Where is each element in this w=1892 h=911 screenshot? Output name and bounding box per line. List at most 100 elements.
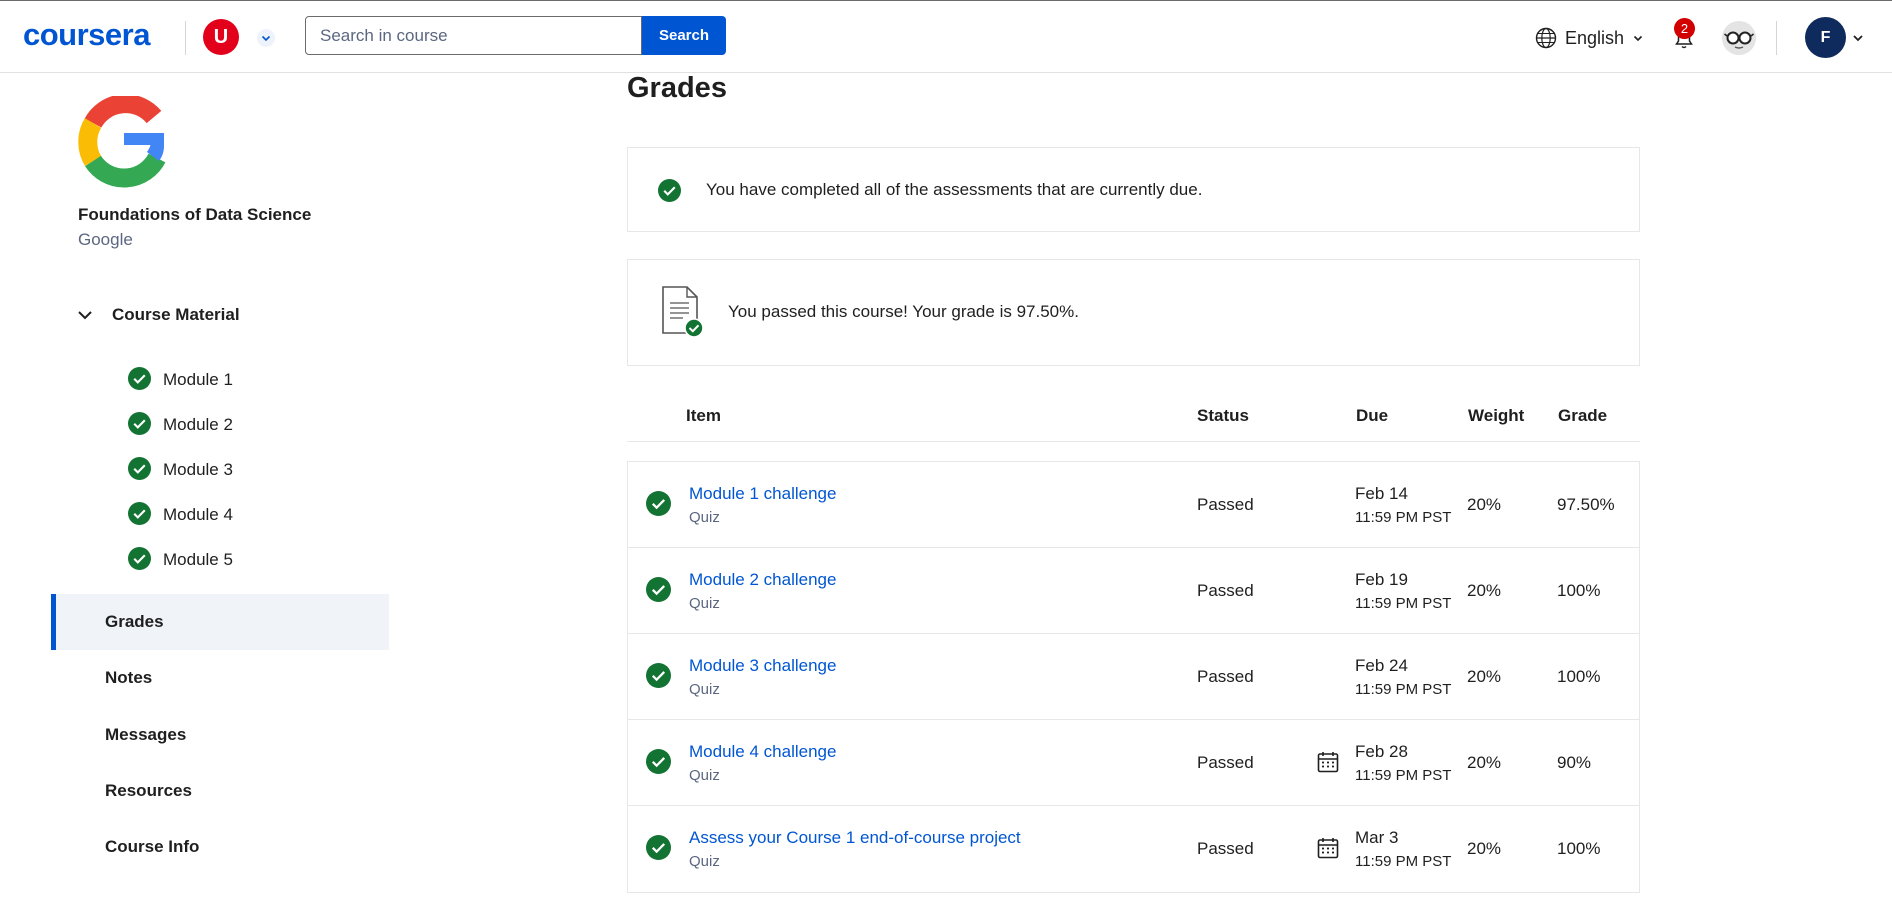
due-date: Feb 28 (1355, 742, 1408, 761)
sidebar-item-module-3[interactable]: Module 3 (128, 446, 233, 491)
assessment-type: Quiz (689, 853, 720, 870)
due-date: Feb 14 (1355, 484, 1408, 503)
sidebar-item-course-info[interactable]: Course Info (51, 819, 389, 875)
grade-value: 97.50% (1557, 495, 1615, 514)
assessment-type: Quiz (689, 509, 720, 526)
due-time: 11:59 PM PST (1355, 853, 1452, 870)
assessment-link[interactable]: Module 1 challenge (689, 484, 836, 504)
course-material-label: Course Material (112, 305, 240, 324)
column-header-grade: Grade (1558, 406, 1608, 425)
due-time: 11:59 PM PST (1355, 681, 1452, 698)
assessment-link[interactable]: Module 4 challenge (689, 742, 836, 762)
completed-check-icon (646, 663, 671, 688)
completed-check-icon (646, 577, 671, 602)
sidebar-item-module-5[interactable]: Module 5 (128, 536, 233, 581)
due-time: 11:59 PM PST (1355, 595, 1452, 612)
chevron-down-icon[interactable] (256, 28, 276, 48)
module-label: Module 4 (163, 504, 233, 524)
status-text: Passed (1197, 753, 1254, 772)
sidebar-item-resources[interactable]: Resources (51, 763, 389, 819)
assessment-type: Quiz (689, 681, 720, 698)
completed-check-icon (128, 412, 151, 435)
table-row: Module 2 challenge Quiz Passed Feb 19 11… (628, 548, 1639, 634)
assessment-link[interactable]: Assess your Course 1 end-of-course proje… (689, 828, 1021, 848)
status-text: Passed (1197, 495, 1254, 514)
module-label: Module 5 (163, 549, 233, 569)
assessment-type: Quiz (689, 767, 720, 784)
globe-icon (1535, 27, 1557, 49)
assessment-link[interactable]: Module 2 challenge (689, 570, 836, 590)
table-row: Assess your Course 1 end-of-course proje… (628, 806, 1639, 892)
course-passed-card: You passed this course! Your grade is 97… (627, 259, 1640, 366)
chevron-down-icon (78, 311, 92, 320)
notification-count-badge: 2 (1674, 18, 1695, 39)
coursera-logo[interactable]: coursera (23, 17, 150, 53)
module-label: Module 2 (163, 414, 233, 434)
chevron-down-icon (1633, 35, 1643, 42)
certificate-document-icon (662, 286, 704, 338)
language-selector[interactable]: English (1535, 25, 1644, 51)
calendar-icon[interactable] (1316, 750, 1340, 774)
completed-check-icon (128, 502, 151, 525)
table-row: Module 3 challenge Quiz Passed Feb 24 11… (628, 634, 1639, 720)
grade-value: 100% (1557, 839, 1601, 858)
weight-value: 20% (1467, 667, 1502, 686)
weight-value: 20% (1467, 839, 1502, 858)
assessment-type: Quiz (689, 595, 720, 612)
due-time: 11:59 PM PST (1355, 509, 1452, 526)
due-time: 11:59 PM PST (1355, 767, 1452, 784)
grade-value: 100% (1557, 581, 1601, 600)
assessments-due-card: You have completed all of the assessment… (627, 147, 1640, 232)
course-passed-message: You passed this course! Your grade is 97… (728, 302, 1079, 321)
status-text: Passed (1197, 839, 1254, 858)
top-header: coursera U Search English 2 (0, 0, 1892, 73)
table-row: Module 4 challenge Quiz Passed Feb 28 11… (628, 720, 1639, 806)
calendar-icon[interactable] (1316, 836, 1340, 860)
sidebar-item-messages[interactable]: Messages (51, 707, 389, 763)
table-header-divider (627, 441, 1640, 442)
module-list: Module 1 Module 2 Module 3 Module 4 Modu… (128, 356, 233, 581)
status-text: Passed (1197, 667, 1254, 686)
sidebar-item-module-4[interactable]: Module 4 (128, 491, 233, 536)
column-header-due: Due (1356, 406, 1389, 425)
header-divider (1776, 21, 1777, 55)
course-title[interactable]: Foundations of Data Science (78, 205, 311, 225)
completed-check-icon (128, 457, 151, 480)
sidebar-item-grades[interactable]: Grades (51, 594, 389, 650)
weight-value: 20% (1467, 581, 1502, 600)
column-header-item: Item (686, 406, 721, 425)
completed-check-icon (646, 491, 671, 516)
weight-value: 20% (1467, 753, 1502, 772)
user-avatar[interactable]: F (1805, 17, 1846, 58)
module-label: Module 3 (163, 459, 233, 479)
column-header-weight: Weight (1468, 406, 1525, 425)
sidebar-item-module-1[interactable]: Module 1 (128, 356, 233, 401)
assessment-link[interactable]: Module 3 challenge (689, 656, 836, 676)
due-date: Feb 19 (1355, 570, 1408, 589)
weight-value: 20% (1467, 495, 1502, 514)
chevron-down-icon[interactable] (1851, 31, 1865, 45)
page-title: Grades (627, 72, 727, 104)
due-date: Mar 3 (1355, 828, 1399, 847)
search-button[interactable]: Search (642, 16, 726, 55)
course-material-toggle[interactable]: Course Material (72, 302, 240, 328)
due-date: Feb 24 (1355, 656, 1408, 675)
sidebar-item-notes[interactable]: Notes (51, 650, 389, 706)
table-row: Module 1 challenge Quiz Passed Feb 14 11… (628, 462, 1639, 548)
completed-check-icon (646, 835, 671, 860)
sidebar-item-module-2[interactable]: Module 2 (128, 401, 233, 446)
module-label: Module 1 (163, 369, 233, 389)
university-badge[interactable]: U (203, 19, 239, 55)
course-partner: Google (78, 230, 133, 249)
assessments-due-message: You have completed all of the assessment… (706, 180, 1203, 199)
google-logo-icon (78, 96, 166, 188)
column-header-status: Status (1197, 406, 1249, 425)
search-input[interactable] (305, 16, 642, 55)
language-label: English (1565, 27, 1625, 48)
grades-table: Module 1 challenge Quiz Passed Feb 14 11… (627, 461, 1640, 893)
status-text: Passed (1197, 581, 1254, 600)
completed-check-icon (128, 367, 151, 390)
completed-check-icon (128, 547, 151, 570)
grade-value: 100% (1557, 667, 1601, 686)
glasses-avatar-icon[interactable] (1722, 21, 1756, 55)
